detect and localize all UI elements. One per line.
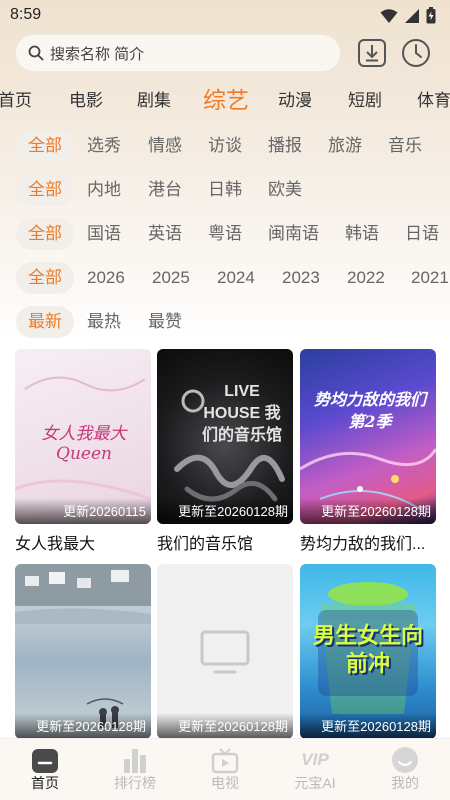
- show-card[interactable]: 势均力敌的我们 第2季 更新至20260128期 势均力敌的我们...: [300, 349, 436, 554]
- status-bar: 8:59: [0, 0, 450, 32]
- poster-image: 更新至20260128期: [157, 564, 293, 739]
- poster-image: 更新至20260128期: [15, 564, 151, 739]
- filter-chip[interactable]: 港台: [148, 174, 182, 206]
- poster-title: 势均力敌的我们 第2季: [313, 390, 426, 431]
- nav-label: 排行榜: [114, 775, 156, 791]
- poster-title: 男生女生向前冲: [312, 623, 423, 676]
- battery-icon: [426, 7, 436, 24]
- filter-chip[interactable]: 韩语: [345, 218, 379, 250]
- poster-image: 女人我最大 Queen 更新20260115: [15, 349, 151, 524]
- tab-series[interactable]: 剧集: [137, 86, 171, 111]
- poster-title: 女人我最大 Queen: [41, 424, 127, 464]
- search-input[interactable]: 搜索名称 简介: [15, 34, 341, 72]
- poster-image: LIVE HOUSE 我们的音乐馆 更新至20260128期: [157, 349, 293, 524]
- filter-chip-all[interactable]: 全部: [16, 218, 74, 250]
- show-title: 女人我最大: [15, 536, 96, 553]
- show-card[interactable]: 更新至20260128期: [15, 564, 151, 745]
- nav-ranking[interactable]: 排行榜: [90, 739, 180, 800]
- nav-ai[interactable]: VIP 元宝AI: [270, 739, 360, 800]
- filter-chip[interactable]: 粤语: [208, 218, 242, 250]
- filter-chip[interactable]: 2024: [217, 262, 255, 294]
- nav-label: 电视: [211, 775, 239, 791]
- sort-chip-latest[interactable]: 最新: [16, 306, 74, 338]
- tab-home[interactable]: 首页: [0, 86, 32, 111]
- filter-chip[interactable]: 选秀: [87, 130, 121, 162]
- signal-icon: [405, 8, 419, 23]
- filter-language-row: 全部 国语 英语 粤语 闽南语 韩语 日语: [0, 218, 450, 252]
- filter-chip[interactable]: 旅游: [328, 130, 362, 162]
- poster-title: LIVE HOUSE 我们的音乐馆: [201, 383, 282, 444]
- download-icon: [358, 39, 386, 67]
- update-badge: 更新至20260128期: [157, 498, 293, 524]
- filter-chip-all[interactable]: 全部: [16, 174, 74, 206]
- nav-label: 元宝AI: [294, 775, 336, 791]
- update-badge: 更新至20260128期: [300, 498, 436, 524]
- filter-chip[interactable]: 内地: [87, 174, 121, 206]
- filter-chip[interactable]: 2021: [411, 262, 449, 294]
- nav-tv[interactable]: 电视: [180, 739, 270, 800]
- wifi-icon: [380, 8, 398, 23]
- tab-sports[interactable]: 体育: [417, 86, 450, 111]
- tab-short-drama[interactable]: 短剧: [348, 86, 382, 111]
- update-badge: 更新至20260128期: [157, 713, 293, 739]
- filter-chip[interactable]: 2023: [282, 262, 320, 294]
- tab-anime[interactable]: 动漫: [278, 86, 312, 111]
- category-tabs: 首页 电影 剧集 综艺 动漫 短剧 体育: [0, 80, 450, 116]
- nav-home[interactable]: 首页: [0, 739, 90, 800]
- vip-icon: VIP: [301, 750, 329, 769]
- show-card[interactable]: 女人我最大 Queen 更新20260115 女人我最大: [15, 349, 151, 554]
- sort-chip-hot[interactable]: 最热: [87, 306, 121, 338]
- tab-variety[interactable]: 综艺: [203, 81, 249, 115]
- update-badge: 更新至20260128期: [15, 713, 151, 739]
- show-title: 势均力敌的我们...: [300, 536, 426, 553]
- profile-icon: [392, 747, 418, 773]
- filter-chip[interactable]: 国语: [87, 218, 121, 250]
- search-placeholder: 搜索名称 简介: [50, 45, 145, 63]
- filter-chip[interactable]: 音乐: [388, 130, 422, 162]
- ranking-icon: [124, 749, 146, 773]
- sort-chip-liked[interactable]: 最赞: [148, 306, 182, 338]
- bottom-nav: 首页 排行榜 电视 VIP 元宝AI 我的: [0, 738, 450, 800]
- filter-chip[interactable]: 访谈: [208, 130, 242, 162]
- tv-icon: [211, 748, 239, 774]
- filter-chip[interactable]: 欧美: [268, 174, 302, 206]
- filter-region-row: 全部 内地 港台 日韩 欧美: [0, 174, 450, 208]
- filter-chip[interactable]: 英语: [148, 218, 182, 250]
- filter-type-row: 全部 选秀 情感 访谈 播报 旅游 音乐: [0, 130, 450, 164]
- nav-label: 我的: [391, 775, 419, 791]
- home-icon: [32, 749, 58, 773]
- update-badge: 更新20260115: [15, 498, 151, 524]
- filter-chip[interactable]: 2025: [152, 262, 190, 294]
- filter-sort-row: 最新 最热 最赞: [0, 306, 450, 340]
- filter-chip-all[interactable]: 全部: [16, 130, 74, 162]
- poster-image: 男生女生向前冲 更新至20260128期: [300, 564, 436, 739]
- tab-movie[interactable]: 电影: [69, 86, 103, 111]
- filter-chip[interactable]: 日语: [405, 218, 439, 250]
- nav-profile[interactable]: 我的: [360, 739, 450, 800]
- show-card[interactable]: 更新至20260128期: [157, 564, 293, 745]
- filter-chip[interactable]: 2026: [87, 262, 125, 294]
- filter-chip[interactable]: 情感: [148, 130, 182, 162]
- filter-chip-all[interactable]: 全部: [16, 262, 74, 294]
- nav-label: 首页: [31, 775, 59, 791]
- filter-year-row: 全部 2026 2025 2024 2023 2022 2021: [0, 262, 450, 296]
- filter-chip[interactable]: 2022: [347, 262, 385, 294]
- show-title: 我们的音乐馆: [157, 536, 254, 553]
- filter-chip[interactable]: 闽南语: [268, 218, 319, 250]
- filter-chip[interactable]: 播报: [268, 130, 302, 162]
- status-icons: [380, 7, 436, 24]
- search-icon: [28, 45, 44, 61]
- history-button[interactable]: [400, 37, 432, 69]
- poster-image: 势均力敌的我们 第2季 更新至20260128期: [300, 349, 436, 524]
- filter-chip[interactable]: 日韩: [208, 174, 242, 206]
- show-card[interactable]: 男生女生向前冲 更新至20260128期: [300, 564, 436, 745]
- status-time: 8:59: [10, 6, 42, 23]
- update-badge: 更新至20260128期: [300, 713, 436, 739]
- clock-icon: [402, 39, 430, 67]
- download-button[interactable]: [356, 37, 388, 69]
- show-card[interactable]: LIVE HOUSE 我们的音乐馆 更新至20260128期 我们的音乐馆: [157, 349, 293, 554]
